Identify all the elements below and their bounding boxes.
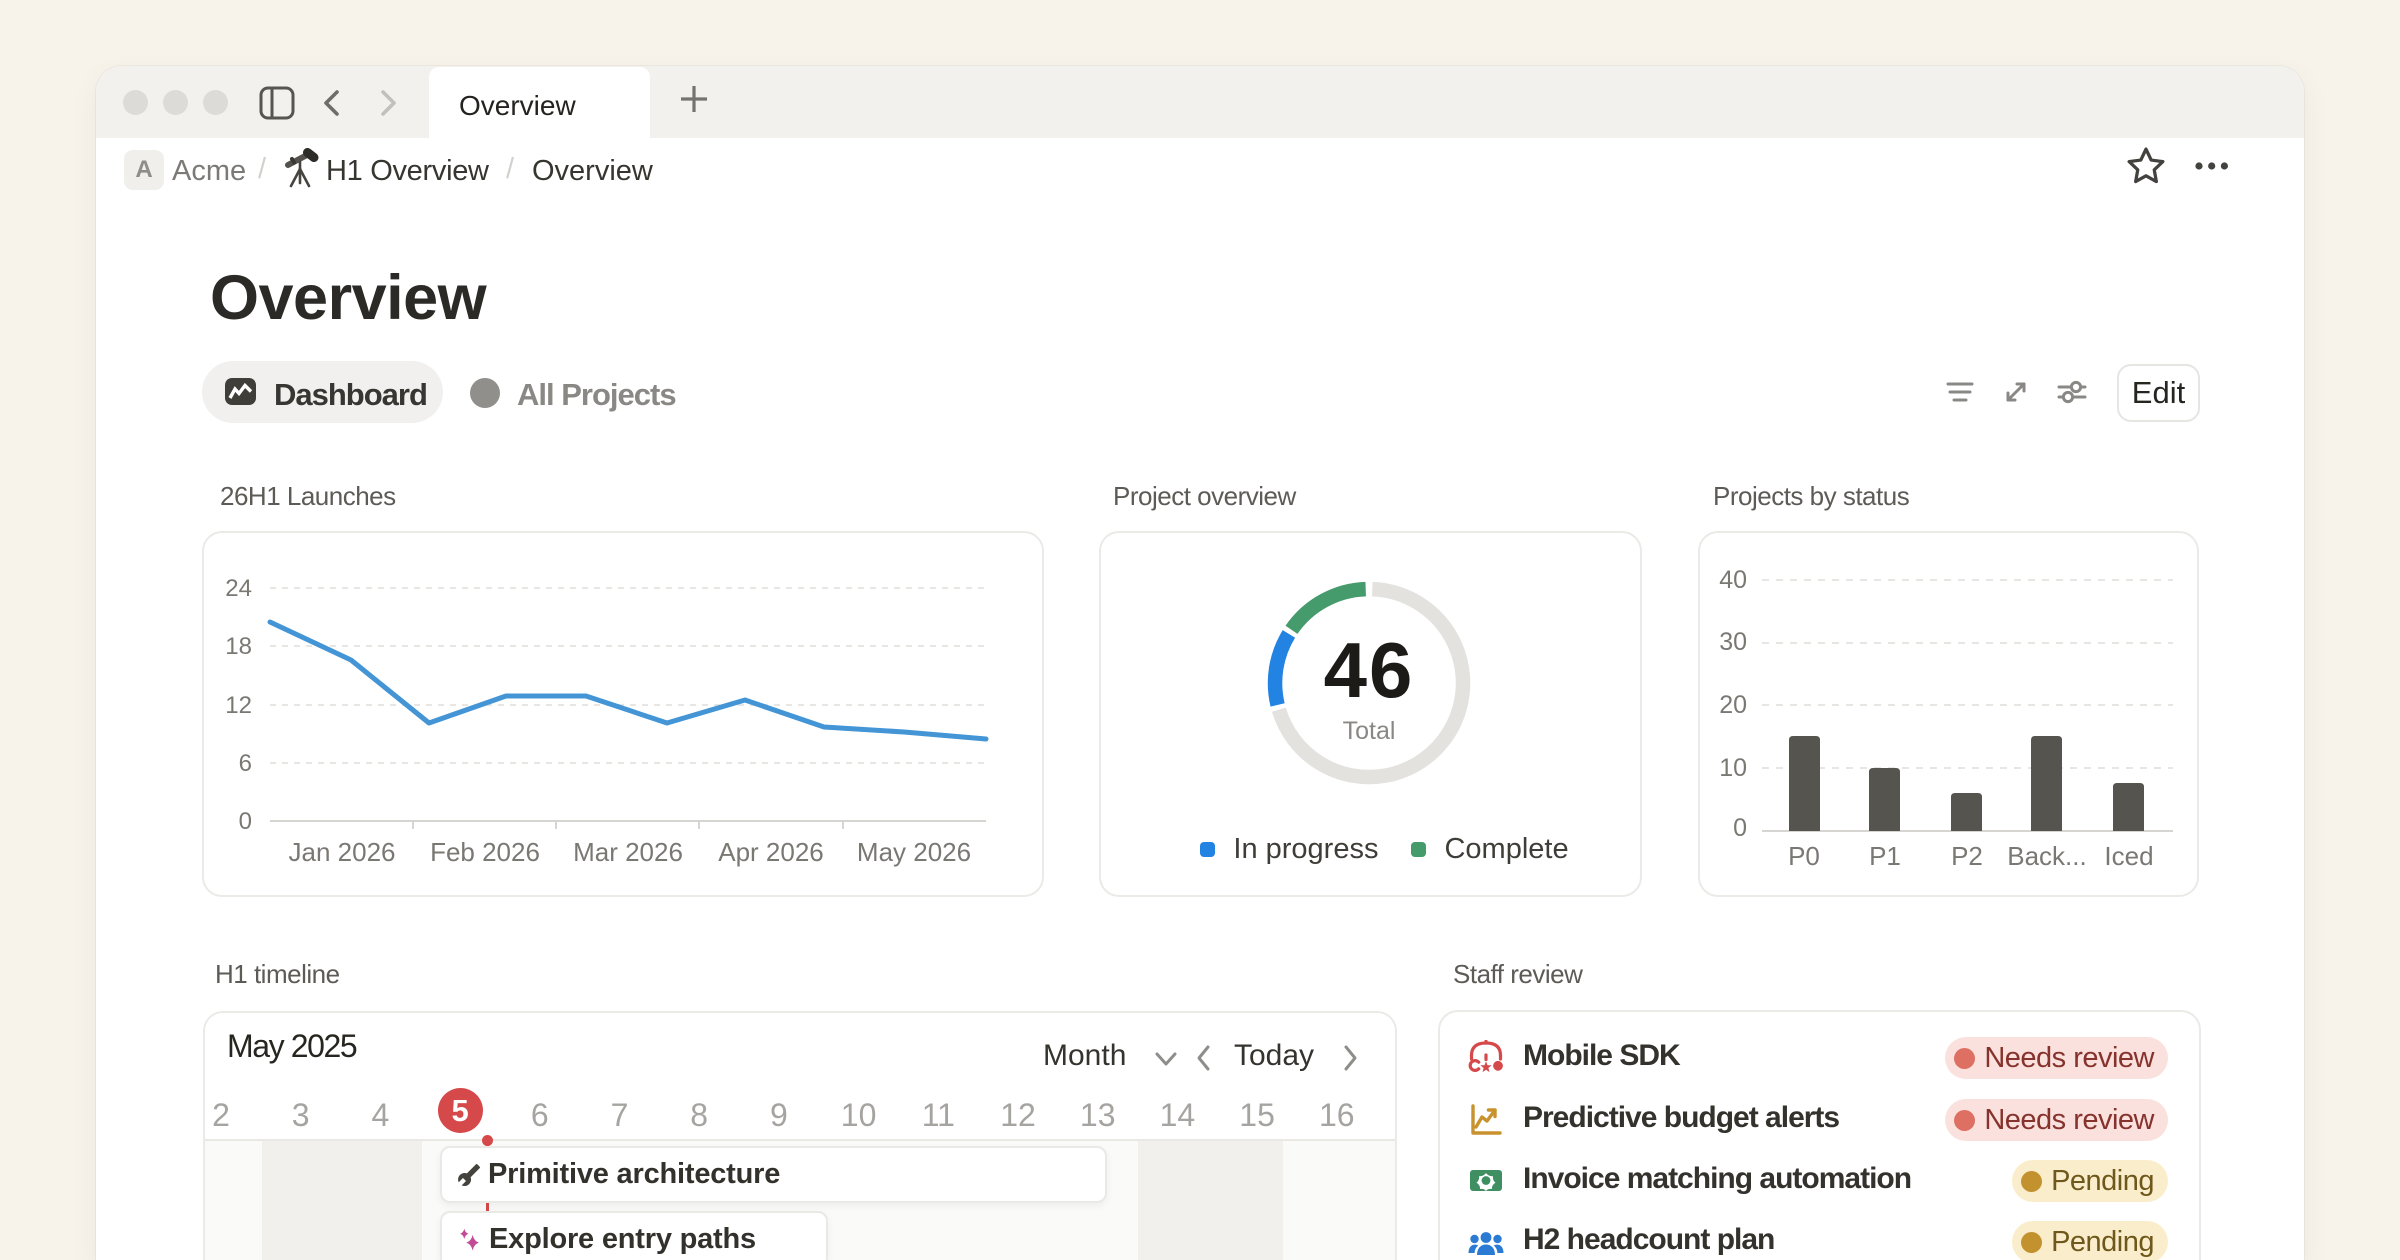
svg-text:P1: P1 [1869, 841, 1901, 871]
svg-text:12: 12 [225, 692, 252, 719]
svg-text:30: 30 [1719, 628, 1747, 656]
svg-text:46: 46 [1324, 626, 1415, 714]
svg-text:Jan 2026: Jan 2026 [289, 837, 396, 867]
svg-text:P0: P0 [1788, 841, 1820, 871]
svg-text:Mar 2026: Mar 2026 [573, 837, 683, 867]
svg-text:40: 40 [1719, 566, 1747, 594]
svg-text:Apr 2026: Apr 2026 [718, 837, 824, 867]
svg-text:Back...: Back... [2007, 841, 2086, 871]
svg-text:0: 0 [239, 808, 252, 835]
svg-text:18: 18 [225, 633, 252, 660]
svg-text:Feb 2026: Feb 2026 [430, 837, 540, 867]
svg-text:Total: Total [1343, 717, 1396, 745]
svg-text:6: 6 [239, 750, 252, 777]
svg-text:20: 20 [1719, 691, 1747, 719]
svg-text:Iced: Iced [2104, 841, 2153, 871]
svg-text:May 2026: May 2026 [857, 837, 971, 867]
svg-text:0: 0 [1733, 814, 1747, 842]
svg-text:24: 24 [225, 575, 252, 602]
svg-text:P2: P2 [1951, 841, 1983, 871]
svg-text:10: 10 [1719, 754, 1747, 782]
